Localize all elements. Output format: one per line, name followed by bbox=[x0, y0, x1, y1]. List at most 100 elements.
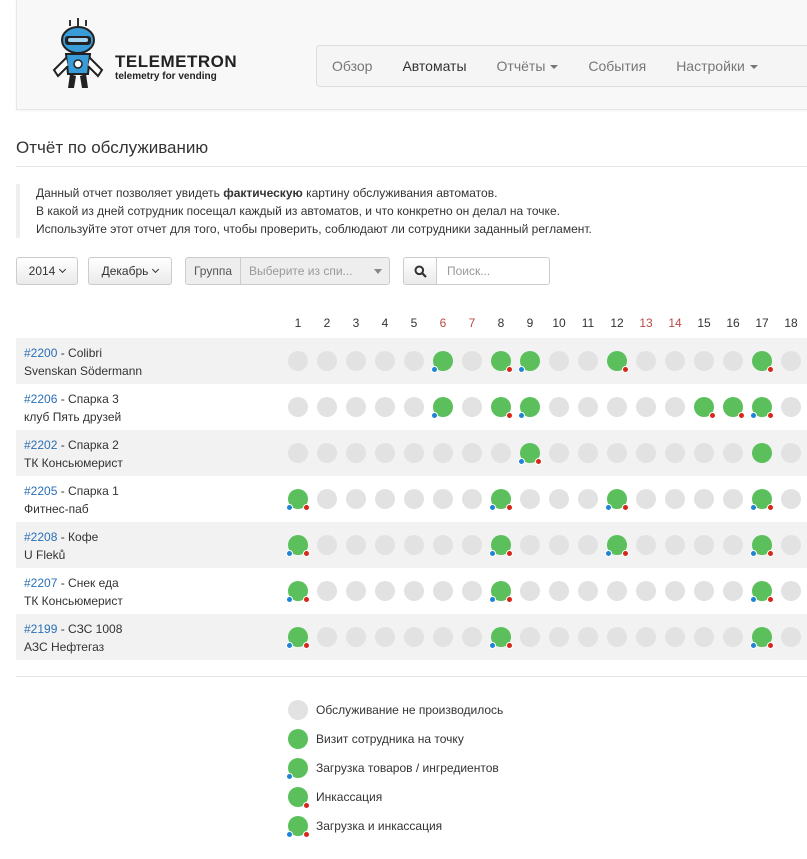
month-dropdown[interactable]: Декабрь bbox=[88, 257, 172, 285]
machine-location: Фитнес-паб bbox=[24, 502, 89, 516]
status-none-icon bbox=[317, 627, 337, 647]
machine-link[interactable]: #2207 bbox=[24, 576, 57, 590]
collection-marker-icon bbox=[303, 504, 310, 511]
status-none-icon bbox=[549, 443, 569, 463]
nav-reports[interactable]: Отчёты bbox=[482, 46, 574, 86]
machine-location: клуб Пять друзей bbox=[24, 410, 122, 424]
machine-location: Svenskan Södermann bbox=[24, 364, 143, 378]
nav-overview[interactable]: Обзор bbox=[317, 46, 387, 86]
load-marker-icon bbox=[489, 550, 496, 557]
machine-name: - Colibri bbox=[57, 346, 103, 360]
status-load-icon bbox=[286, 758, 308, 780]
status-none-icon bbox=[665, 489, 685, 509]
status-none-icon bbox=[462, 351, 482, 371]
status-none-icon bbox=[781, 535, 801, 555]
status-collection-icon bbox=[288, 787, 310, 809]
status-none-icon bbox=[375, 397, 395, 417]
status-none-icon bbox=[520, 489, 540, 509]
status-load-collection-icon bbox=[605, 535, 629, 557]
status-load-collection-icon bbox=[489, 535, 513, 557]
status-none-icon bbox=[462, 581, 482, 601]
collection-marker-icon bbox=[303, 642, 310, 649]
month-value: Декабрь bbox=[101, 264, 149, 278]
brand-text: TELEMETRON telemetry for vending bbox=[115, 52, 237, 82]
group-select-placeholder: Выберите из спи... bbox=[249, 264, 353, 278]
status-none-icon bbox=[694, 489, 714, 509]
machine-link[interactable]: #2202 bbox=[24, 438, 57, 452]
status-none-icon bbox=[317, 443, 337, 463]
nav-machines[interactable]: Автоматы bbox=[387, 46, 481, 86]
group-select[interactable]: Выберите из спи... bbox=[240, 257, 390, 285]
status-none-icon bbox=[346, 489, 366, 509]
machine-link[interactable]: #2206 bbox=[24, 392, 57, 406]
table-row: #2199 - СЗС 1008 АЗС Нефтегаз bbox=[16, 614, 807, 660]
nav-machines-label: Автоматы bbox=[402, 58, 467, 74]
machine-link[interactable]: #2208 bbox=[24, 530, 57, 544]
caret-down-icon bbox=[550, 65, 559, 70]
machine-name: - СЗС 1008 bbox=[57, 622, 123, 636]
status-load-icon bbox=[431, 351, 453, 373]
status-none-icon bbox=[433, 489, 453, 509]
chevron-down-icon bbox=[152, 265, 160, 274]
chevron-down-icon bbox=[59, 265, 67, 274]
status-collection-icon bbox=[491, 351, 513, 373]
collection-marker-icon bbox=[303, 802, 310, 809]
status-none-icon bbox=[317, 581, 337, 601]
collection-marker-icon bbox=[622, 504, 629, 511]
description-emphasis: фактическую bbox=[223, 186, 303, 200]
status-none-icon bbox=[462, 443, 482, 463]
status-none-icon bbox=[404, 581, 424, 601]
legend-label: Загрузка и инкассация bbox=[316, 819, 443, 833]
collection-marker-icon bbox=[303, 550, 310, 557]
load-marker-icon bbox=[286, 773, 293, 780]
load-marker-icon bbox=[750, 596, 757, 603]
status-none-icon bbox=[375, 581, 395, 601]
search-input[interactable] bbox=[436, 257, 550, 285]
status-none-icon bbox=[549, 489, 569, 509]
table-row: #2206 - Спарка 3 клуб Пять друзей bbox=[16, 384, 807, 430]
status-none-icon bbox=[346, 351, 366, 371]
triangle-down-icon bbox=[374, 269, 382, 274]
collection-marker-icon bbox=[506, 366, 513, 373]
status-none-icon bbox=[317, 535, 337, 555]
nav-settings[interactable]: Настройки bbox=[661, 46, 773, 86]
status-load-collection-icon bbox=[750, 489, 774, 511]
status-none-icon bbox=[636, 581, 656, 601]
machine-title: #2199 - СЗС 1008 bbox=[24, 620, 122, 638]
collection-marker-icon bbox=[622, 366, 629, 373]
nav-events[interactable]: События bbox=[573, 46, 661, 86]
collection-marker-icon bbox=[767, 550, 774, 557]
status-none-icon bbox=[375, 351, 395, 371]
status-none-icon bbox=[404, 627, 424, 647]
status-none-icon bbox=[578, 581, 598, 601]
status-none-icon bbox=[346, 535, 366, 555]
status-load-collection-icon bbox=[489, 489, 513, 511]
machine-name: - Кофе bbox=[57, 530, 99, 544]
collection-marker-icon bbox=[506, 550, 513, 557]
telemetron-logo[interactable]: TELEMETRON telemetry for vending bbox=[48, 16, 237, 96]
status-none-icon bbox=[607, 581, 627, 601]
machine-title: #2208 - Кофе bbox=[24, 528, 98, 546]
search-button[interactable] bbox=[403, 257, 437, 285]
status-none-icon bbox=[694, 581, 714, 601]
load-marker-icon bbox=[431, 412, 438, 419]
load-marker-icon bbox=[605, 504, 612, 511]
status-load-collection-icon bbox=[750, 397, 774, 419]
collection-marker-icon bbox=[622, 550, 629, 557]
machine-link[interactable]: #2205 bbox=[24, 484, 57, 498]
machine-link[interactable]: #2200 bbox=[24, 346, 57, 360]
load-marker-icon bbox=[286, 504, 293, 511]
year-dropdown[interactable]: 2014 bbox=[16, 257, 78, 285]
day-header-cell: 9 bbox=[526, 316, 534, 330]
status-none-icon bbox=[433, 581, 453, 601]
machine-title: #2207 - Снек еда bbox=[24, 574, 123, 592]
status-none-icon bbox=[636, 535, 656, 555]
status-none-icon bbox=[723, 351, 743, 371]
machine-link[interactable]: #2199 bbox=[24, 622, 57, 636]
machine-location: АЗС Нефтегаз bbox=[24, 640, 105, 654]
status-none-icon bbox=[549, 627, 569, 647]
status-load-collection-icon bbox=[286, 581, 310, 603]
status-none-icon bbox=[607, 627, 627, 647]
description-line-3: Используйте этот отчет для того, чтобы п… bbox=[36, 222, 592, 236]
status-none-icon bbox=[607, 443, 627, 463]
